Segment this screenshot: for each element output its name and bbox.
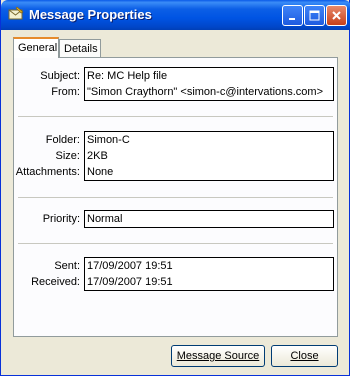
close-window-button[interactable] [326,5,347,26]
tab-general[interactable]: General [13,37,59,58]
sent-label: Sent: [54,260,80,272]
sender-info-box: Re: MC Help file "Simon Craythorn" <simo… [84,67,334,101]
maximize-button[interactable] [304,5,325,26]
sent-value: 17/09/2007 19:51 [87,260,173,272]
tab-details[interactable]: Details [59,39,101,57]
from-value: "Simon Craythorn" <simon-c@intervations.… [87,86,324,98]
attachments-value: None [87,166,114,178]
separator [18,197,333,198]
received-label: Received: [31,276,80,288]
separator [18,243,333,244]
subject-label: Subject: [40,70,80,82]
window-title: Message Properties [29,7,152,22]
close-button[interactable]: Close [271,345,338,367]
envelope-icon [8,6,24,20]
size-label: Size: [55,150,80,162]
priority-box: Normal [84,210,334,228]
maximize-icon [309,10,320,21]
general-panel: Subject: From: Re: MC Help file "Simon C… [13,57,338,337]
message-properties-window: Message Properties General Details Subje… [0,0,350,376]
priority-value: Normal [87,213,123,225]
from-label: From: [51,86,80,98]
message-source-label: Message Source [176,350,260,362]
minimize-icon [289,18,295,20]
attachments-label: Attachments: [15,166,80,178]
minimize-button[interactable] [282,5,303,26]
priority-label: Priority: [42,213,80,225]
message-source-button[interactable]: Message Source [171,345,265,367]
subject-value: Re: MC Help file [87,70,168,82]
close-label: Close [290,350,319,362]
folder-value: Simon-C [87,134,130,146]
close-icon [332,11,341,20]
separator [18,116,333,117]
received-value: 17/09/2007 19:51 [87,276,173,288]
dates-box: 17/09/2007 19:51 17/09/2007 19:51 [84,257,334,291]
folder-info-box: Simon-C 2KB None [84,131,334,181]
folder-label: Folder: [45,134,80,146]
size-value: 2KB [87,150,108,162]
title-bar[interactable]: Message Properties [1,0,350,30]
